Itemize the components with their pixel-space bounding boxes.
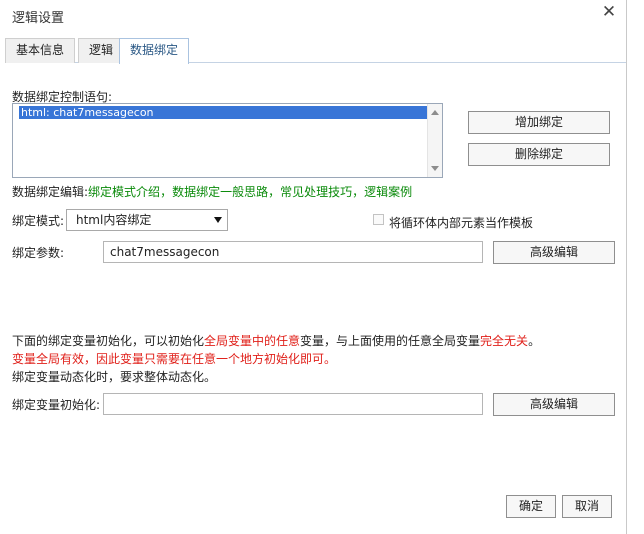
note-text: 下面的绑定变量初始化，可以初始化 bbox=[12, 334, 205, 348]
tab-data-binding[interactable]: 数据绑定 bbox=[119, 38, 190, 64]
help-separator: ， bbox=[160, 185, 173, 199]
dialog-title: 逻辑设置 bbox=[12, 11, 65, 26]
init-variables-input[interactable] bbox=[103, 393, 483, 415]
add-binding-button[interactable]: 增加绑定 bbox=[468, 111, 610, 134]
binding-params-input[interactable] bbox=[103, 241, 483, 263]
window-edge bbox=[626, 0, 627, 534]
cancel-button[interactable]: 取消 bbox=[562, 495, 612, 518]
binding-mode-value: html内容绑定 bbox=[76, 213, 152, 227]
link-logic-cases[interactable]: 逻辑案例 bbox=[364, 185, 412, 199]
init-note-line-1: 下面的绑定变量初始化，可以初始化全局变量中的任意变量，与上面使用的任意全局变量完… bbox=[12, 332, 540, 349]
close-icon[interactable]: ✕ bbox=[600, 3, 618, 21]
logic-settings-dialog: 逻辑设置 ✕ 基本信息 逻辑 数据绑定 数据绑定控制语句: html: chat… bbox=[0, 0, 644, 534]
chevron-down-icon bbox=[214, 217, 222, 223]
note-text: 。 bbox=[528, 334, 541, 348]
note-highlight: 完全无关 bbox=[480, 334, 529, 348]
note-highlight: 全局变量中的任意 bbox=[204, 334, 301, 348]
list-scrollbar[interactable] bbox=[427, 104, 442, 177]
link-common-tips[interactable]: 常见处理技巧 bbox=[280, 185, 352, 199]
help-prefix: 数据绑定编辑: bbox=[12, 185, 89, 199]
init-note-line-3: 绑定变量动态化时，要求整体动态化。 bbox=[12, 370, 217, 384]
binding-mode-select[interactable]: html内容绑定 bbox=[66, 209, 228, 231]
binding-help-row: 数据绑定编辑:绑定模式介绍，数据绑定一般思路，常见处理技巧，逻辑案例 bbox=[12, 183, 412, 200]
tab-logic[interactable]: 逻辑 bbox=[78, 38, 125, 63]
params-advanced-edit-button[interactable]: 高级编辑 bbox=[493, 241, 615, 264]
delete-binding-button[interactable]: 删除绑定 bbox=[468, 143, 610, 166]
loop-template-checkbox[interactable] bbox=[373, 214, 384, 225]
help-separator: ， bbox=[268, 185, 281, 199]
scroll-down-icon[interactable] bbox=[431, 166, 439, 171]
list-item[interactable]: html: chat7messagecon bbox=[19, 106, 427, 119]
dialog-title-bar: 逻辑设置 ✕ bbox=[0, 0, 626, 32]
loop-template-label: 将循环体内部元素当作模板 bbox=[389, 216, 534, 230]
note-text: 变量，与上面使用的任意全局变量 bbox=[300, 334, 481, 348]
init-note-line-2: 变量全局有效，因此变量只需要在任意一个地方初始化即可。 bbox=[12, 352, 337, 366]
help-separator: ， bbox=[352, 185, 365, 199]
scroll-up-icon[interactable] bbox=[431, 110, 439, 115]
init-advanced-edit-button[interactable]: 高级编辑 bbox=[493, 393, 615, 416]
ok-button[interactable]: 确定 bbox=[506, 495, 556, 518]
tab-basic-info[interactable]: 基本信息 bbox=[5, 38, 76, 63]
tab-strip: 基本信息 逻辑 数据绑定 bbox=[5, 38, 626, 64]
init-variables-label: 绑定变量初始化: bbox=[12, 398, 101, 412]
binding-params-label: 绑定参数: bbox=[12, 246, 65, 260]
binding-statement-list[interactable]: html: chat7messagecon bbox=[12, 103, 443, 178]
link-binding-approach[interactable]: 数据绑定一般思路 bbox=[172, 185, 268, 199]
binding-mode-label: 绑定模式: bbox=[12, 214, 65, 228]
link-binding-modes[interactable]: 绑定模式介绍 bbox=[88, 185, 160, 199]
